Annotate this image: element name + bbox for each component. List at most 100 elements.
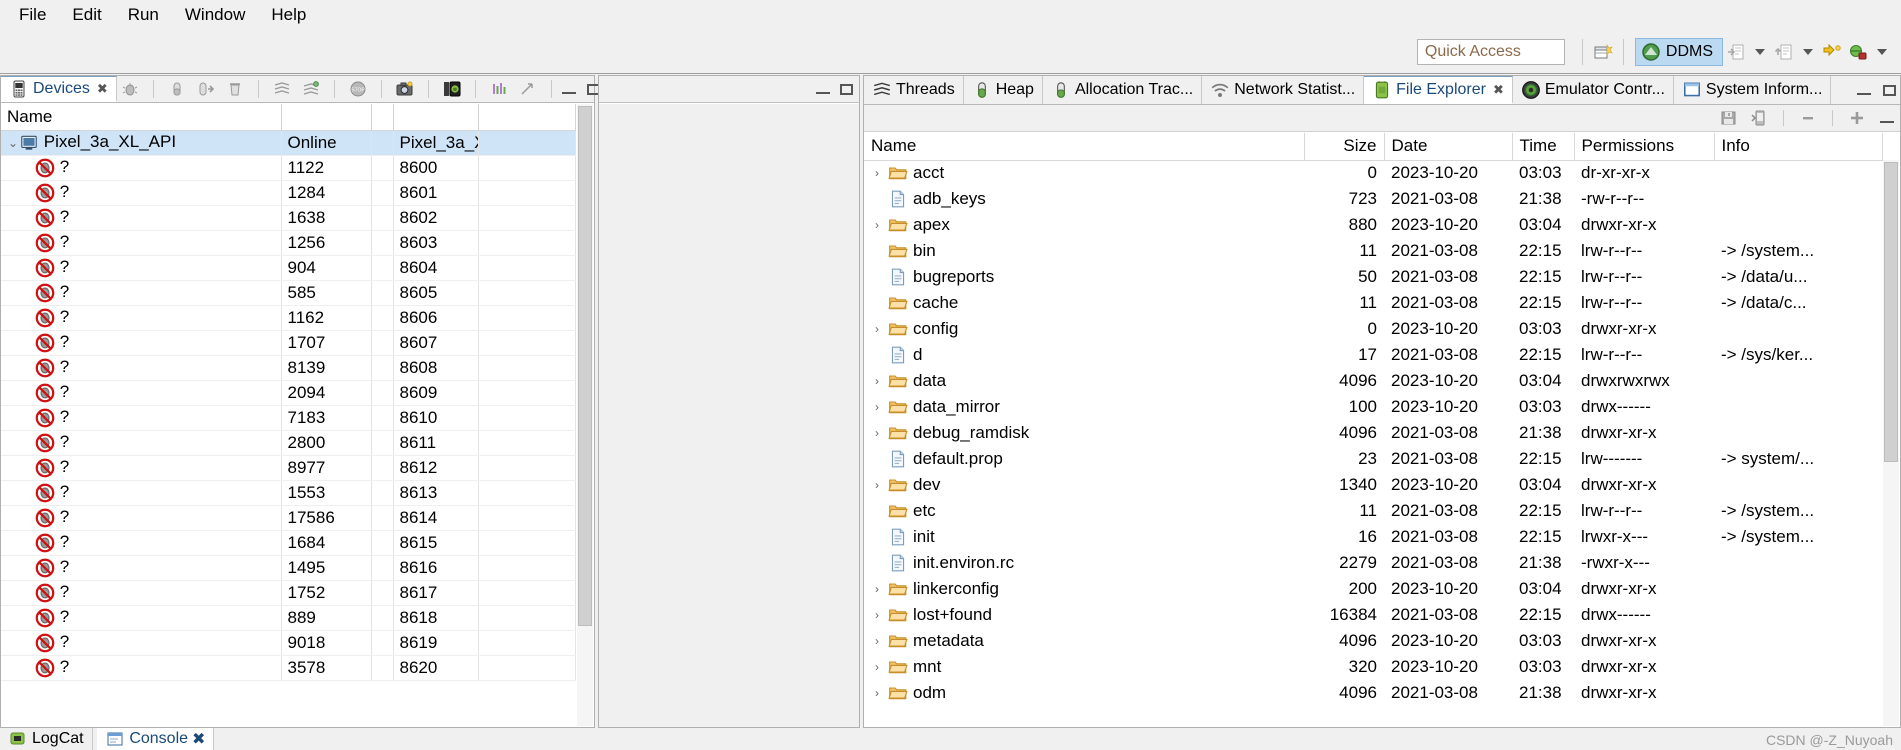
tab-logcat[interactable]: LogCat xyxy=(0,728,93,750)
dump-hprof-icon[interactable] xyxy=(193,76,219,102)
table-row[interactable]: ? 1284 8601 xyxy=(1,180,576,206)
table-row[interactable]: ? 8977 8612 xyxy=(1,455,576,481)
process-name-cell[interactable]: ? xyxy=(1,430,282,456)
table-row[interactable]: ? 7183 8610 xyxy=(1,405,576,431)
process-name-cell[interactable]: ? xyxy=(1,255,282,281)
minimize-icon[interactable] xyxy=(816,84,830,94)
fe-name-cell[interactable]: › data xyxy=(864,368,1304,394)
debug-icon[interactable] xyxy=(1845,39,1871,65)
menu-item-help[interactable]: Help xyxy=(258,3,319,27)
process-name-cell[interactable]: ? xyxy=(1,280,282,306)
process-name-cell[interactable]: ? xyxy=(1,480,282,506)
export-dropdown-arrow[interactable] xyxy=(1803,48,1813,55)
process-name-cell[interactable]: ? xyxy=(1,180,282,206)
table-row[interactable]: › dev 1340 2023-10-20 03:04 drwxr-xr-x xyxy=(864,472,1883,498)
menu-item-run[interactable]: Run xyxy=(115,3,172,27)
process-name-cell[interactable]: ? xyxy=(1,405,282,431)
fe-col-date[interactable]: Date xyxy=(1384,133,1513,161)
table-row[interactable]: adb_keys 723 2021-03-08 21:38 -rw-r--r-- xyxy=(864,186,1883,212)
reset-icon[interactable] xyxy=(515,76,541,102)
screen-capture-icon[interactable] xyxy=(392,76,418,102)
tab-allocation-trac[interactable]: Allocation Trac... xyxy=(1042,76,1203,104)
process-name-cell[interactable]: ? xyxy=(1,630,282,656)
fe-name-cell[interactable]: › metadata xyxy=(864,628,1304,654)
table-row[interactable]: ? 1707 8607 xyxy=(1,330,576,356)
menu-item-file[interactable]: File xyxy=(6,3,59,27)
table-row[interactable]: › debug_ramdisk 4096 2021-03-08 21:38 drwxr-x… xyxy=(864,420,1883,446)
debug-bug-icon[interactable] xyxy=(117,76,143,102)
chevron-right-icon[interactable]: › xyxy=(871,686,883,700)
device-name-cell[interactable]: ⌄ Pixel_3a_XL_API xyxy=(1,130,282,156)
table-row[interactable]: ? 1684 8615 xyxy=(1,530,576,556)
minimize-icon[interactable] xyxy=(561,84,576,94)
fe-name-cell[interactable]: › mnt xyxy=(864,654,1304,680)
fe-name-cell[interactable]: › data_mirror xyxy=(864,394,1304,420)
fe-col-size[interactable]: Size xyxy=(1304,133,1385,161)
fe-name-cell[interactable]: cache xyxy=(864,290,1304,316)
table-row[interactable]: ? 1495 8616 xyxy=(1,555,576,581)
fe-name-cell[interactable]: › debug_ramdisk xyxy=(864,420,1304,446)
tab-devices[interactable]: Devices ✖ xyxy=(1,76,117,102)
table-row[interactable]: init 16 2021-03-08 22:15 lrwxr-x--- -> /syste… xyxy=(864,524,1883,550)
table-row[interactable]: ? 2094 8609 xyxy=(1,380,576,406)
table-row[interactable]: cache 11 2021-03-08 22:15 lrw-r--r-- -> /data… xyxy=(864,290,1883,316)
devices-scrollbar[interactable] xyxy=(577,104,593,726)
process-name-cell[interactable]: ? xyxy=(1,580,282,606)
table-row[interactable]: › mnt 320 2023-10-20 03:03 drwxr-xr-x xyxy=(864,654,1883,680)
device-screen-icon[interactable] xyxy=(439,76,465,102)
export-icon[interactable] xyxy=(1771,39,1797,65)
table-row[interactable]: › data 4096 2023-10-20 03:04 drwxrwxrwx xyxy=(864,368,1883,394)
delete-icon[interactable] xyxy=(1795,105,1821,131)
process-name-cell[interactable]: ? xyxy=(1,380,282,406)
chevron-right-icon[interactable]: › xyxy=(871,374,883,388)
chevron-right-icon[interactable]: › xyxy=(871,582,883,596)
table-row[interactable]: ? 1553 8613 xyxy=(1,480,576,506)
devices-col-2[interactable] xyxy=(281,104,372,131)
chevron-right-icon[interactable]: › xyxy=(871,322,883,336)
open-perspective-icon[interactable] xyxy=(1590,39,1616,65)
devices-col-5[interactable] xyxy=(478,104,576,131)
quick-access-input[interactable]: Quick Access xyxy=(1416,38,1565,65)
table-row[interactable]: ? 9018 8619 xyxy=(1,630,576,656)
table-row[interactable]: › apex 880 2023-10-20 03:04 drwxr-xr-x xyxy=(864,212,1883,238)
devices-scrollbar-thumb[interactable] xyxy=(578,106,592,626)
table-row[interactable]: bin 11 2021-03-08 22:15 lrw-r--r-- -> /system… xyxy=(864,238,1883,264)
fe-col-info[interactable]: Info xyxy=(1714,133,1883,161)
table-row[interactable]: › odm 4096 2021-03-08 21:38 drwxr-xr-x xyxy=(864,680,1883,706)
fe-name-cell[interactable]: d xyxy=(864,342,1304,368)
fe-name-cell[interactable]: bugreports xyxy=(864,264,1304,290)
process-name-cell[interactable]: ? xyxy=(1,230,282,256)
stop-process-icon[interactable]: STOP xyxy=(345,76,371,102)
fe-name-cell[interactable]: bin xyxy=(864,238,1304,264)
table-row[interactable]: ? 1162 8606 xyxy=(1,305,576,331)
table-row[interactable]: ? 17586 8614 xyxy=(1,505,576,531)
fe-name-cell[interactable]: init xyxy=(864,524,1304,550)
fe-name-cell[interactable]: › lost+found xyxy=(864,602,1304,628)
process-name-cell[interactable]: ? xyxy=(1,655,282,681)
new-folder-icon[interactable] xyxy=(1844,105,1870,131)
process-name-cell[interactable]: ? xyxy=(1,205,282,231)
chevron-right-icon[interactable]: › xyxy=(871,400,883,414)
process-name-cell[interactable]: ? xyxy=(1,155,282,181)
push-file-icon[interactable] xyxy=(1746,105,1772,131)
table-row[interactable]: › metadata 4096 2023-10-20 03:03 drwxr-xr-x xyxy=(864,628,1883,654)
process-name-cell[interactable]: ? xyxy=(1,305,282,331)
table-row[interactable]: ? 1752 8617 xyxy=(1,580,576,606)
fe-col-name[interactable]: Name xyxy=(864,133,1305,161)
table-row[interactable]: ? 1638 8602 xyxy=(1,205,576,231)
chevron-right-icon[interactable]: › xyxy=(871,166,883,180)
table-row[interactable]: ? 904 8604 xyxy=(1,255,576,281)
table-row[interactable]: › config 0 2023-10-20 03:03 drwxr-xr-x xyxy=(864,316,1883,342)
table-row[interactable]: › data_mirror 100 2023-10-20 03:03 drwx------ xyxy=(864,394,1883,420)
table-row[interactable]: d 17 2021-03-08 22:15 lrw-r--r-- -> /sys/ker.… xyxy=(864,342,1883,368)
close-icon[interactable]: ✖ xyxy=(192,729,205,749)
table-row[interactable]: ? 3578 8620 xyxy=(1,655,576,681)
chevron-right-icon[interactable]: › xyxy=(871,426,883,440)
process-name-cell[interactable]: ? xyxy=(1,330,282,356)
update-heap-icon[interactable] xyxy=(164,76,190,102)
tab-system-inform[interactable]: System Inform... xyxy=(1673,76,1832,104)
fe-name-cell[interactable]: › apex xyxy=(864,212,1304,238)
maximize-icon[interactable] xyxy=(1883,84,1896,96)
import-dropdown-arrow[interactable] xyxy=(1755,48,1765,55)
chevron-right-icon[interactable]: › xyxy=(871,478,883,492)
